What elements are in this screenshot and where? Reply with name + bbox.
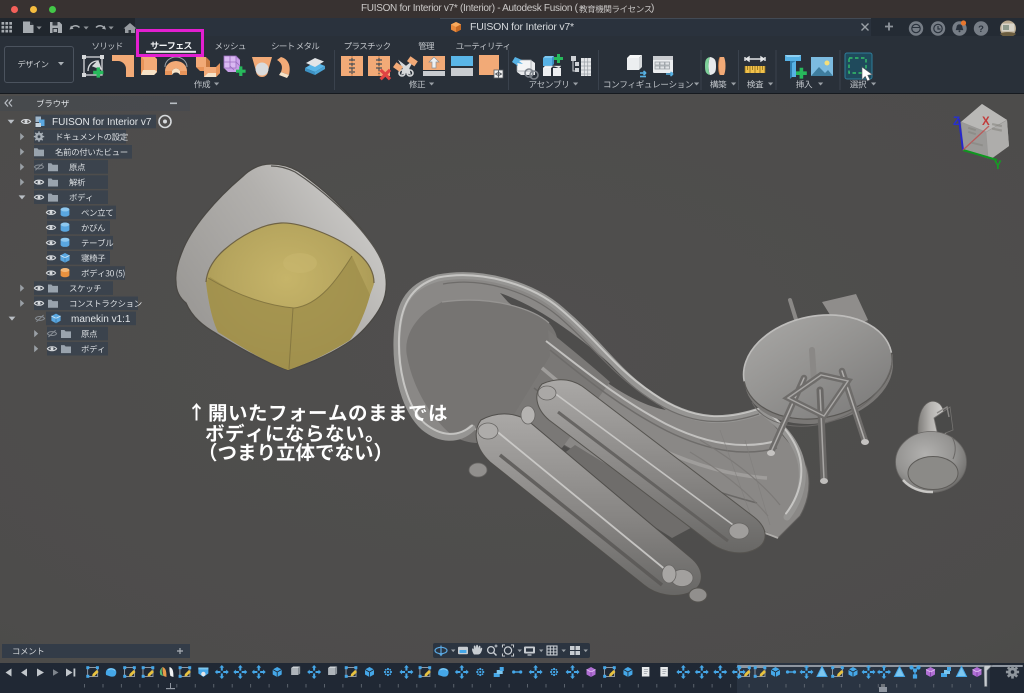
svg-text:Z: Z — [953, 116, 960, 128]
svg-text:X: X — [982, 116, 990, 128]
svg-text:Y: Y — [994, 160, 1002, 172]
